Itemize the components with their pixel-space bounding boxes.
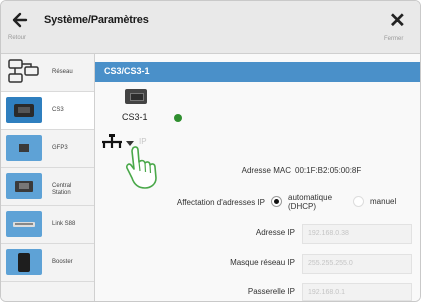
sidebar-item-gfp3[interactable]: GFP3 [1,130,94,168]
sidebar-item-label: Réseau [52,69,73,75]
sidebar-item-label: GFP3 [52,145,68,151]
cs3-device-icon [125,89,147,104]
radio-manual[interactable] [353,196,364,207]
ip-address-label: Adresse IP [255,228,295,237]
device-name: CS3-1 [122,112,148,122]
booster-icon [6,249,42,275]
cs3-device-icon [6,97,42,123]
sidebar: Réseau CS3 GFP3 Central Station Link S88 [1,54,95,301]
sidebar-item-link-s88[interactable]: Link S88 [1,206,94,244]
device-header: CS3/CS3-1 [95,62,420,82]
close-button[interactable]: ✕ Fermer [382,9,412,43]
close-label: Fermer [384,36,404,42]
sidebar-item-reseau[interactable]: Réseau [1,54,94,92]
central-station-icon [6,173,42,199]
gateway-label: Passerelle IP [247,287,295,296]
radio-dhcp[interactable] [271,196,282,207]
netmask-field[interactable]: 255.255.255.0 [302,254,412,274]
app-window: Retour Système/Paramètres ✕ Fermer Résea… [0,0,421,302]
back-label: Retour [8,35,27,41]
title-bar: Retour Système/Paramètres ✕ Fermer [1,1,420,54]
main-panel: CS3/CS3-1 CS3-1 IP Adresse MAC 00:1F:B2:… [95,54,420,301]
ip-assignment-label: Affectation d'adresses IP [176,198,265,207]
sidebar-item-label: Central Station [52,183,72,196]
radio-dhcp-label: automatique (DHCP) [288,193,333,211]
status-ok-icon [174,114,182,122]
sidebar-item-label: Booster [52,259,73,265]
ip-address-field[interactable]: 192.168.0.38 [302,224,412,244]
pointing-hand-icon [126,146,157,189]
gfp3-device-icon [6,135,42,161]
device-header-label: CS3/CS3-1 [104,66,150,76]
netmask-label: Masque réseau IP [230,258,295,267]
sidebar-item-booster[interactable]: Booster [1,244,94,282]
network-hub-icon [102,134,122,148]
mac-address-label: Adresse MAC [241,166,291,175]
sidebar-item-label: CS3 [52,107,64,113]
sidebar-item-central-station[interactable]: Central Station [1,168,94,206]
radio-manual-label: manuel [370,197,397,206]
back-button[interactable]: Retour [7,9,41,43]
close-icon: ✕ [389,10,406,32]
sidebar-item-label: Link S88 [52,221,76,227]
sidebar-item-cs3[interactable]: CS3 [1,92,94,130]
page-title: Système/Paramètres [44,14,149,26]
mac-address-value: 00:1F:B2:05:00:8F [295,166,362,175]
back-arrow-icon [12,12,28,28]
link-s88-icon [6,211,42,237]
network-icon [6,59,42,85]
gateway-field[interactable]: 192.168.0.1 [302,283,412,301]
